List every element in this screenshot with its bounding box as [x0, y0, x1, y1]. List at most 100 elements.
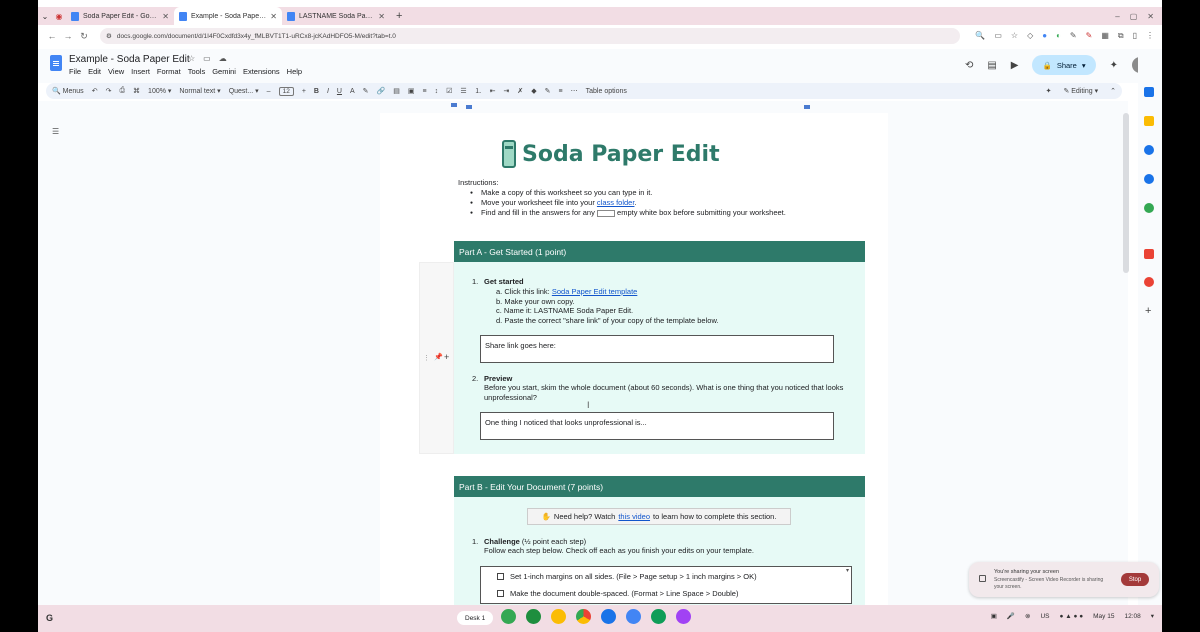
system-icons[interactable]: ● ▲ ● ● [1059, 613, 1083, 620]
docs-logo-icon[interactable] [50, 55, 62, 71]
close-icon[interactable]: ✕ [270, 12, 277, 21]
style-select[interactable]: Normal text ▾ [179, 87, 220, 95]
record-icon[interactable]: ◉ [52, 9, 66, 23]
unprofessional-box[interactable]: One thing I noticed that looks unprofess… [480, 412, 834, 440]
bold-icon[interactable]: B [314, 88, 319, 95]
chrome-app-icon[interactable] [576, 609, 591, 624]
gemini-toolbar-icon[interactable]: ✦ [1046, 87, 1052, 95]
minimize-icon[interactable]: – [1115, 12, 1119, 21]
comments-icon[interactable]: ▤ [987, 60, 996, 71]
forward-icon[interactable]: → [60, 31, 76, 41]
drag-handle-icon[interactable]: ⋮ [423, 354, 430, 362]
new-tab-button[interactable]: + [390, 10, 408, 22]
cancel-icon[interactable]: ⊗ [1025, 612, 1030, 620]
shield-icon[interactable]: ◇ [1027, 31, 1033, 41]
menus-search[interactable]: 🔍 Menus [52, 87, 84, 95]
bullet-list-icon[interactable]: ☰ [460, 87, 466, 95]
screencastify-app-icon[interactable] [676, 609, 691, 624]
add-addon-icon[interactable]: + [1145, 305, 1155, 317]
paint-format-icon[interactable]: ⌘ [133, 87, 140, 95]
tasks-icon[interactable] [1144, 145, 1154, 155]
redo-icon[interactable]: ↷ [106, 87, 112, 95]
pen-icon[interactable]: ✎ [1070, 31, 1077, 41]
undo-icon[interactable]: ↶ [92, 87, 98, 95]
palette-icon[interactable]: ◐ [1056, 31, 1061, 41]
mic-icon[interactable]: 🎤 [1007, 612, 1015, 620]
phone-app-icon[interactable] [501, 609, 516, 624]
indent-increase-icon[interactable]: ⇥ [504, 87, 510, 95]
template-link[interactable]: Soda Paper Edit template [552, 287, 637, 296]
calendar-icon[interactable] [1144, 87, 1154, 97]
tab-soda-paper-edit[interactable]: Soda Paper Edit - Google Docs ✕ [66, 7, 174, 25]
more-icon[interactable]: ⋮ [1146, 31, 1154, 41]
contacts-icon[interactable] [1144, 174, 1154, 184]
table-options-button[interactable]: Table options [586, 88, 627, 95]
font-size-input[interactable]: 12 [278, 86, 294, 96]
meet-icon[interactable]: ▶ [1011, 60, 1019, 71]
decrease-size-icon[interactable]: – [267, 88, 271, 95]
url-field[interactable]: ⚙ docs.google.com/document/d/1I4F0Cxdfd3… [100, 28, 960, 44]
border-dash-icon[interactable]: ⋯ [571, 87, 578, 95]
right-margin-marker[interactable] [804, 105, 810, 109]
editing-mode-select[interactable]: ✎ Editing ▾ [1063, 87, 1098, 95]
menu-extensions[interactable]: Extensions [243, 67, 280, 76]
wifi-icon[interactable]: ▾ [1151, 612, 1154, 620]
time[interactable]: 12:08 [1124, 613, 1140, 620]
image-icon[interactable]: ▣ [408, 87, 415, 95]
gemini-icon[interactable]: ✦ [1110, 60, 1118, 71]
chevron-down-icon[interactable]: ▾ [1082, 61, 1086, 70]
border-width-icon[interactable]: ≡ [559, 88, 563, 95]
pin-icon[interactable]: 📌 [434, 353, 443, 361]
restore-icon[interactable]: ▢ [1130, 12, 1138, 21]
scrollbar[interactable] [1123, 113, 1129, 273]
help-video-link[interactable]: this video [618, 512, 650, 521]
share-button[interactable]: 🔒 Share ▾ [1032, 55, 1096, 75]
text-color-icon[interactable]: A [350, 88, 355, 95]
extension-icon[interactable]: ● [1042, 31, 1047, 41]
extension-grid-icon[interactable]: ▦ [1101, 31, 1109, 41]
bookmark-star-icon[interactable]: ☆ [1011, 31, 1018, 41]
puzzle-icon[interactable]: ⧉ [1118, 31, 1124, 41]
highlight-icon[interactable]: ✎ [363, 87, 369, 95]
addon-mic-icon[interactable] [1144, 277, 1154, 287]
clear-format-icon[interactable]: ✗ [517, 87, 523, 95]
tab-example[interactable]: Example - Soda Paper Edit - Go ✕ [174, 7, 282, 25]
increase-size-icon[interactable]: + [302, 88, 306, 95]
outline-icon[interactable]: ☰ [52, 127, 59, 136]
close-icon[interactable]: ✕ [378, 12, 385, 21]
checklist-icon[interactable]: ☑ [446, 87, 452, 95]
classroom-app-icon[interactable] [526, 609, 541, 624]
font-select[interactable]: Quest... ▾ [229, 87, 259, 95]
line-spacing-icon[interactable]: ↕ [435, 88, 439, 95]
close-window-icon[interactable]: ✕ [1147, 12, 1154, 21]
addon-icon[interactable] [1144, 249, 1154, 259]
fill-color-icon[interactable]: ◆ [531, 87, 536, 95]
menu-tools[interactable]: Tools [188, 67, 206, 76]
date[interactable]: May 15 [1093, 613, 1114, 620]
dropdown-icon[interactable]: ▾ [846, 567, 849, 574]
print-icon[interactable]: ⎙ [119, 87, 125, 95]
launcher-icon[interactable]: G [46, 613, 53, 623]
class-folder-link[interactable]: class folder [597, 198, 635, 207]
files-app-icon[interactable] [601, 609, 616, 624]
align-icon[interactable]: ≡ [423, 88, 427, 95]
stop-sharing-button[interactable]: Stop [1121, 573, 1149, 586]
menu-insert[interactable]: Insert [131, 67, 150, 76]
keep-icon[interactable] [1144, 116, 1154, 126]
menu-help[interactable]: Help [287, 67, 302, 76]
back-icon[interactable]: ← [44, 31, 60, 41]
checkbox[interactable] [497, 573, 504, 580]
link-icon[interactable]: 🔗 [377, 87, 386, 95]
tab-lastname[interactable]: LASTNAME Soda Paper Edit - G ✕ [282, 7, 390, 25]
slides-app-icon[interactable] [551, 609, 566, 624]
border-color-icon[interactable]: ✎ [545, 87, 551, 95]
menu-file[interactable]: File [69, 67, 81, 76]
sheets-app-icon[interactable] [651, 609, 666, 624]
left-margin-marker[interactable] [451, 103, 457, 107]
indent-marker[interactable] [466, 105, 472, 109]
document-title[interactable]: Example - Soda Paper Edit [69, 54, 190, 65]
close-icon[interactable]: ✕ [162, 12, 169, 21]
zoom-icon[interactable]: 🔍 [975, 31, 985, 41]
indent-decrease-icon[interactable]: ⇤ [490, 87, 496, 95]
cloud-status-icon[interactable]: ☁ [219, 54, 227, 63]
